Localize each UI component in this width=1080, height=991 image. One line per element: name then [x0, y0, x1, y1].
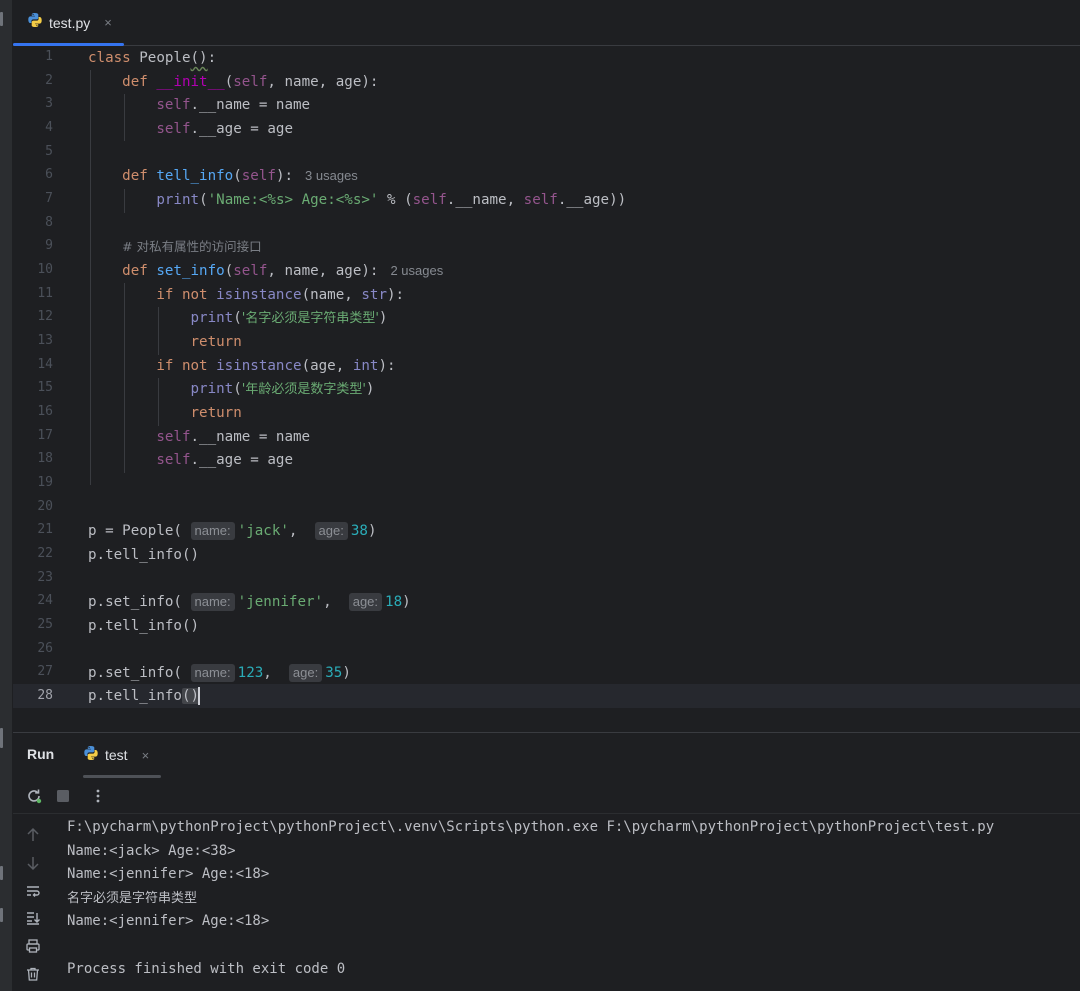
rerun-icon[interactable] [24, 786, 44, 806]
line-number: 11 [37, 286, 53, 301]
left-tool-strip [0, 0, 13, 991]
code-line-3: self.__name = name [156, 97, 311, 113]
editor-tab-bar: test.py × [13, 0, 1080, 46]
code-line-18: self.__age = age [156, 452, 294, 468]
line-number: 12 [37, 309, 53, 324]
usages-hint[interactable]: 2 usages [390, 263, 443, 278]
console-line: Name:<jack> Age:<38> [67, 842, 236, 859]
line-number: 24 [37, 593, 53, 608]
param-hint: name: [190, 522, 235, 540]
stop-icon[interactable] [53, 786, 73, 806]
usages-hint[interactable]: 3 usages [305, 168, 358, 183]
run-toolbar [13, 779, 1080, 814]
code-line-4: self.__age = age [156, 121, 294, 137]
line-number: 8 [45, 215, 53, 230]
line-number: 17 [37, 428, 53, 443]
line-number: 18 [37, 451, 53, 466]
line-number: 1 [45, 49, 53, 64]
strip-marker [0, 866, 3, 880]
code-line-15: print('年龄必须是数字类型') [190, 381, 375, 397]
param-hint: name: [190, 664, 235, 682]
code-line-2: def __init__(self, name, age): [122, 74, 379, 90]
line-number-gutter: 1 2 3 4 5 6 7 8 9 10 11 12 13 14 15 16 1… [13, 46, 73, 732]
line-number: 16 [37, 404, 53, 419]
param-hint: name: [190, 593, 235, 611]
code-area[interactable]: class People(): def __init__(self, name,… [88, 46, 1080, 732]
python-file-icon [83, 745, 99, 766]
console-line: F:\pycharm\pythonProject\pythonProject\.… [67, 819, 995, 835]
strip-marker [0, 728, 3, 748]
line-number: 6 [45, 167, 53, 182]
line-number: 19 [37, 475, 53, 490]
active-tab-indicator [83, 775, 161, 778]
console-line: Process finished with exit code 0 [67, 960, 346, 977]
code-line-21: p = People( name:'jack', age: 38) [88, 522, 377, 540]
line-number: 7 [45, 191, 53, 206]
param-hint: age: [314, 522, 348, 540]
param-hint: age: [288, 664, 323, 682]
code-line-10: def set_info(self, name, age): 2 usages [122, 263, 444, 279]
line-number: 2 [45, 73, 53, 88]
run-tab-label: test [105, 747, 128, 763]
code-line-1: class People(): [88, 50, 217, 66]
console-output[interactable]: F:\pycharm\pythonProject\pythonProject\.… [67, 816, 1080, 991]
line-number: 14 [37, 357, 53, 372]
code-line-16: return [190, 405, 242, 421]
code-line-27: p.set_info( name: 123, age: 35) [88, 664, 351, 682]
run-tab-test[interactable]: test × [83, 733, 149, 777]
code-line-17: self.__name = name [156, 429, 311, 445]
print-icon[interactable] [23, 936, 43, 956]
strip-marker [0, 908, 3, 922]
console-side-toolbar [13, 814, 53, 991]
code-line-14: if not isinstance(age, int): [156, 358, 396, 374]
trash-icon[interactable] [23, 964, 43, 984]
tab-label: test.py [49, 14, 91, 31]
python-file-icon [27, 12, 43, 33]
line-number: 27 [37, 664, 53, 679]
line-number: 20 [37, 499, 53, 514]
strip-marker [0, 12, 3, 26]
line-number: 26 [37, 641, 53, 656]
scroll-up-icon[interactable] [23, 825, 43, 845]
scroll-to-end-icon[interactable] [23, 908, 43, 928]
code-line-11: if not isinstance(name, str): [156, 287, 405, 303]
close-icon[interactable]: × [142, 748, 150, 763]
console-line: Name:<jennifer> Age:<18> [67, 913, 270, 930]
code-line-28: p.tell_info() [88, 687, 201, 705]
code-line-9: # 对私有属性的访问接口 [122, 239, 262, 254]
console-line: 名字必须是字符串类型 [67, 890, 198, 906]
line-number: 9 [45, 238, 53, 253]
more-options-icon[interactable] [88, 786, 108, 806]
code-editor[interactable]: 1 2 3 4 5 6 7 8 9 10 11 12 13 14 15 16 1… [13, 46, 1080, 732]
line-number: 15 [37, 380, 53, 395]
line-number: 25 [37, 617, 53, 632]
tab-test-py[interactable]: test.py × [13, 0, 124, 46]
code-line-6: def tell_info(self): 3 usages [122, 168, 358, 184]
close-icon[interactable]: × [104, 15, 112, 30]
code-line-12: print('名字必须是字符串类型') [190, 310, 388, 326]
code-line-22: p.tell_info() [88, 547, 200, 563]
line-number: 21 [37, 522, 53, 537]
scroll-down-icon[interactable] [23, 853, 43, 873]
line-number: 4 [45, 120, 53, 135]
code-line-13: return [190, 334, 242, 350]
code-line-24: p.set_info( name:'jennifer', age: 18) [88, 593, 411, 611]
line-number: 13 [37, 333, 53, 348]
run-header: Run test × [13, 733, 1080, 778]
line-number: 3 [45, 96, 53, 111]
run-panel: Run test × F:\pycharm\pythonProject\pyth… [13, 732, 1080, 991]
line-number: 5 [45, 144, 53, 159]
code-line-7: print('Name:<%s> Age:<%s>' % (self.__nam… [156, 192, 627, 208]
code-line-25: p.tell_info() [88, 618, 200, 634]
text-caret [198, 687, 201, 705]
console-line: Name:<jennifer> Age:<18> [67, 866, 270, 883]
run-panel-title: Run [27, 746, 55, 762]
line-number-current: 28 [37, 688, 53, 703]
line-number: 10 [37, 262, 53, 277]
line-number: 22 [37, 546, 53, 561]
line-number: 23 [37, 570, 53, 585]
param-hint: age: [348, 593, 383, 611]
soft-wrap-icon[interactable] [23, 881, 43, 901]
